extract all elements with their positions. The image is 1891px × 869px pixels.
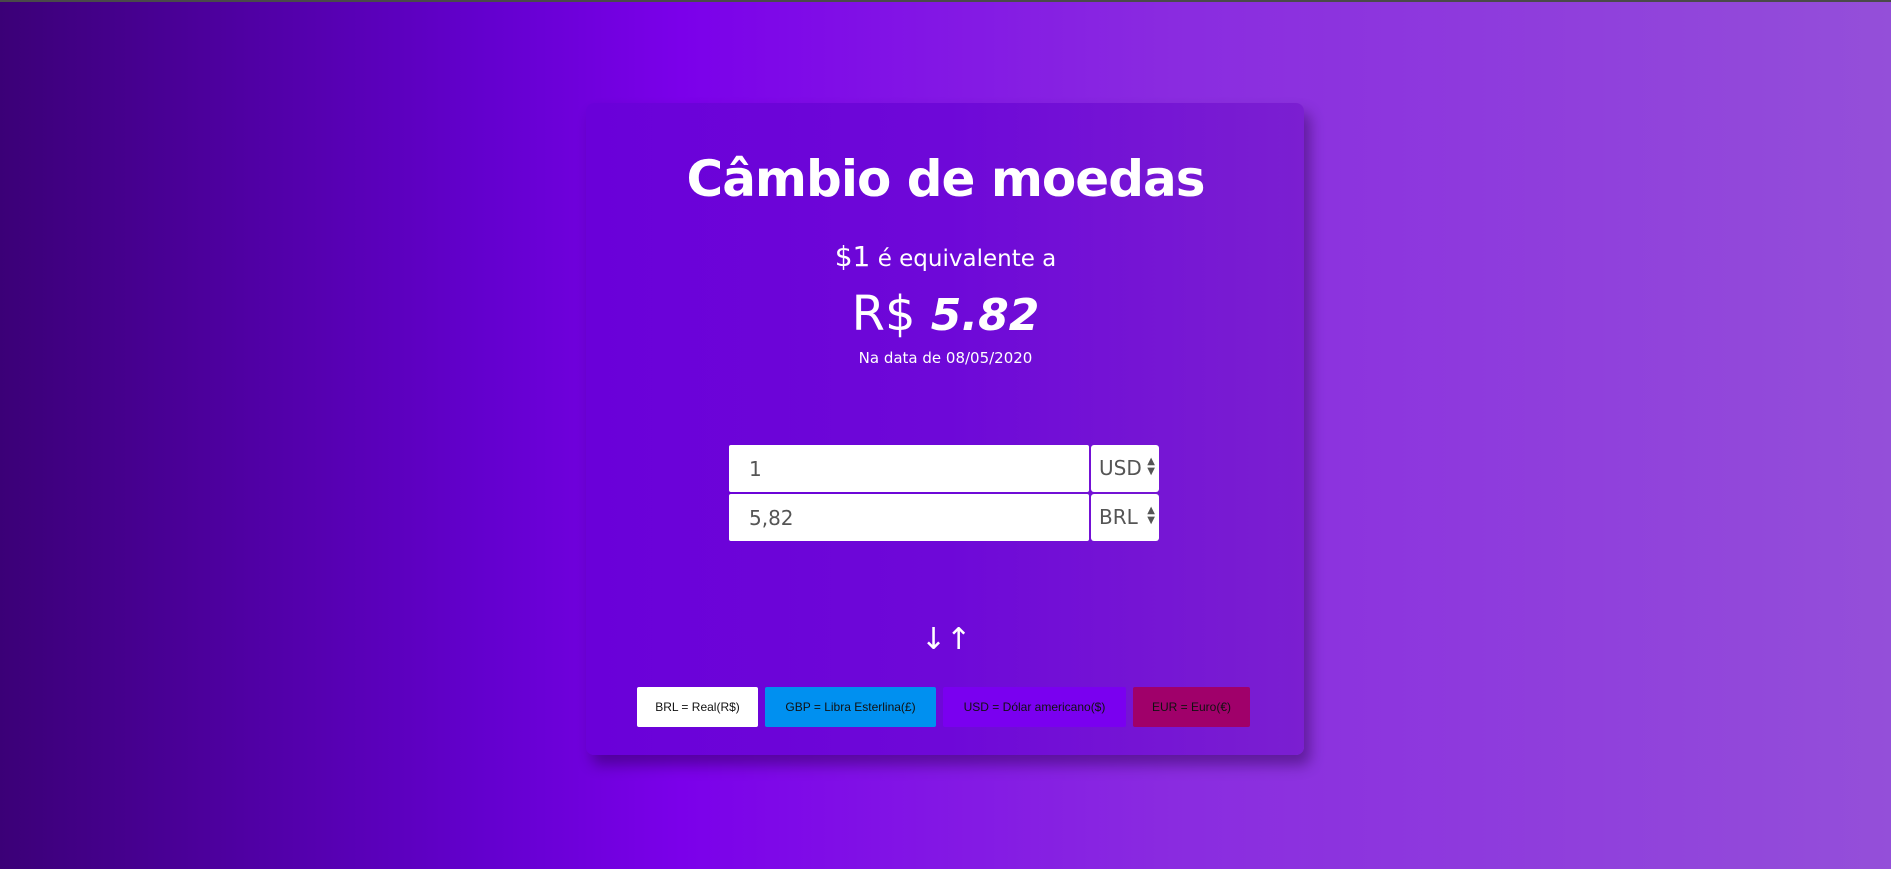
equivalent-text: é equivalente a bbox=[877, 246, 1057, 272]
swap-currencies-icon[interactable]: ↓↑ bbox=[916, 622, 976, 658]
rate-display: R$ 5.82 bbox=[0, 286, 1891, 342]
legend-eur[interactable]: EUR = Euro(€) bbox=[1133, 687, 1250, 727]
select-arrows-icon: ▲ ▼ bbox=[1147, 505, 1155, 526]
base-amount: $1 bbox=[834, 240, 871, 273]
from-amount-input[interactable] bbox=[729, 445, 1089, 492]
legend-gbp[interactable]: GBP = Libra Esterlina(£) bbox=[765, 687, 936, 727]
rate-description: $1 é equivalente a bbox=[0, 240, 1891, 273]
legend-usd[interactable]: USD = Dólar americano($) bbox=[943, 687, 1126, 727]
from-currency-value: USD bbox=[1099, 456, 1142, 480]
rate-date: Na data de 08/05/2020 bbox=[858, 349, 1033, 367]
to-currency-value: BRL bbox=[1099, 505, 1138, 529]
to-amount-input[interactable] bbox=[729, 494, 1089, 541]
from-currency-select[interactable]: USD ▲ ▼ bbox=[1091, 445, 1159, 492]
rate-value: 5.82 bbox=[930, 290, 1040, 341]
target-currency-symbol: R$ bbox=[851, 286, 916, 342]
legend-brl[interactable]: BRL = Real(R$) bbox=[637, 687, 758, 727]
select-arrows-icon: ▲ ▼ bbox=[1147, 456, 1155, 477]
to-currency-select[interactable]: BRL ▲ ▼ bbox=[1091, 494, 1159, 541]
page-title: Câmbio de moedas bbox=[686, 150, 1206, 208]
top-border bbox=[0, 0, 1891, 2]
